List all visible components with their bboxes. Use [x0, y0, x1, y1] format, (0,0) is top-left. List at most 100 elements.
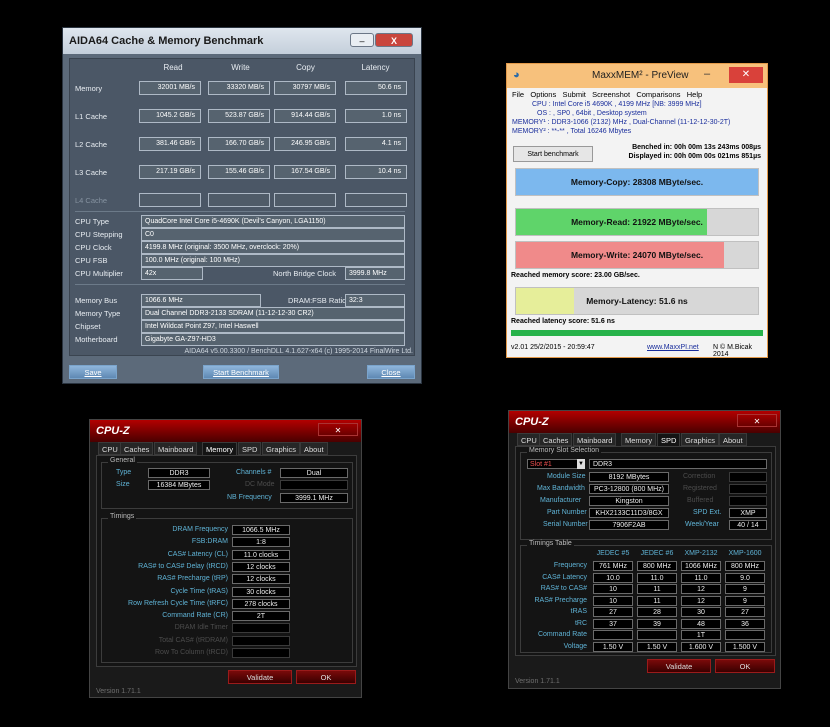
divider: [75, 284, 405, 285]
tab-caches[interactable]: Caches: [539, 433, 573, 446]
nb-clock-label: North Bridge Clock: [273, 269, 336, 278]
start-benchmark-button[interactable]: Start benchmark: [513, 146, 593, 162]
ok-button[interactable]: OK: [715, 659, 775, 673]
size-label: Size: [116, 481, 130, 488]
close-button[interactable]: Close: [367, 365, 415, 379]
timings-group: Timings DRAM Frequency 1066.5 MHz FSB:DRAM…: [101, 513, 353, 663]
nb-clock-value: 3999.8 MHz: [345, 267, 405, 280]
dram-ratio-value: 32:3: [345, 294, 405, 307]
timing-row-label: Command Rate: [537, 631, 587, 638]
memory-bus-value: 1066.6 MHz: [141, 294, 261, 307]
cpu-stepping-label: CPU Stepping: [75, 230, 123, 239]
header-read: Read: [163, 63, 183, 72]
ok-button[interactable]: OK: [296, 670, 356, 684]
tab-caches[interactable]: Caches: [120, 442, 154, 455]
tab-cpu[interactable]: CPU: [98, 442, 122, 455]
tab-memory[interactable]: Memory: [621, 433, 657, 446]
timing-cell: 1.500 V: [725, 641, 765, 652]
cpuz-titlebar[interactable]: CPU-Z ✕: [90, 420, 361, 442]
timing-row-label: RAS# to CAS#: [540, 585, 587, 592]
tab-cpu[interactable]: CPU: [517, 433, 541, 446]
maxxmem-title: MaxxMEM² - PreView: [592, 70, 689, 81]
part-number-label: Part Number: [547, 509, 587, 516]
cpuz-titlebar[interactable]: CPU-Z ✕: [509, 411, 780, 433]
cpuz-title: CPU-Z: [515, 416, 549, 428]
close-window-button[interactable]: ✕: [729, 67, 763, 83]
cpuz-memory-window: CPU-Z ✕ CPU Caches Mainboard Memory SPD …: [89, 419, 362, 698]
aida64-titlebar[interactable]: AIDA64 Cache & Memory Benchmark – X: [63, 28, 421, 54]
memory1-info: MEMORY¹ : DDR3-1066 (2132) MHz , Dual-Ch…: [512, 119, 731, 126]
timing-row-label: tRAS: [570, 608, 587, 615]
max-bandwidth-value: PC3-12800 (800 MHz): [589, 484, 669, 494]
timing-cell: 9.0: [725, 572, 765, 583]
max-bandwidth-label: Max Bandwidth: [537, 485, 585, 492]
correction-label: Correction: [683, 473, 716, 480]
save-button[interactable]: Save: [69, 365, 117, 379]
timing-label: RAS# Precharge (tRP): [157, 575, 228, 583]
maxxmem-window: ◕ MaxxMEM² - PreView – ✕ File Options Su…: [506, 63, 768, 358]
menu-file[interactable]: File: [512, 90, 524, 99]
timing-row-label: Frequency: [553, 562, 587, 569]
start-benchmark-button[interactable]: Start Benchmark: [203, 365, 279, 379]
l1-write: 523.87 GB/s: [208, 109, 270, 123]
menu-submit[interactable]: Submit: [562, 90, 585, 99]
chipset-label: Chipset: [75, 322, 101, 331]
tab-about[interactable]: About: [719, 433, 747, 446]
memory-panel: General Type DDR3 Size 16384 MBytes Chan…: [96, 455, 357, 667]
timing-cell: 12: [681, 584, 721, 594]
tab-spd[interactable]: SPD: [657, 433, 681, 446]
timing-label: RAS# to CAS# Delay (tRCD): [138, 562, 228, 570]
timing-row-label: RAS# Precharge: [534, 596, 587, 604]
close-window-button[interactable]: X: [375, 33, 413, 47]
timing-cell: 1.600 V: [681, 641, 721, 652]
menu-help[interactable]: Help: [687, 90, 702, 99]
tab-mainboard[interactable]: Mainboard: [154, 442, 198, 455]
timing-cell: 48: [681, 618, 721, 629]
credit: N © M.Bicak 2014: [713, 344, 752, 358]
os-info: OS : , SP0 , 64bit , Desktop system: [537, 110, 647, 117]
menu-bar: File Options Submit Screenshot Compariso…: [512, 90, 702, 99]
week-year-value: 40 / 14: [729, 520, 767, 530]
validate-button[interactable]: Validate: [228, 670, 292, 684]
chevron-down-icon[interactable]: ▼: [577, 459, 585, 469]
close-window-button[interactable]: ✕: [318, 423, 358, 436]
tab-spd[interactable]: SPD: [238, 442, 262, 455]
tab-graphics[interactable]: Graphics: [262, 442, 301, 455]
l2-copy: 246.95 GB/s: [274, 137, 336, 151]
timing-label: Total CAS# (tRDRAM): [158, 636, 228, 644]
tab-mainboard[interactable]: Mainboard: [573, 433, 617, 446]
timing-cell: 27: [593, 607, 633, 617]
website-link[interactable]: www.MaxxPI.net: [647, 344, 699, 351]
module-size-label: Module Size: [547, 473, 586, 480]
menu-options[interactable]: Options: [530, 90, 556, 99]
menu-screenshot[interactable]: Screenshot: [592, 90, 630, 99]
version-label: Version 1.71.1: [96, 688, 141, 695]
l1-latency: 1.0 ns: [345, 109, 407, 123]
timing-cell: 800 MHz: [637, 561, 677, 571]
menu-comparisons[interactable]: Comparisons: [636, 90, 680, 99]
general-group: General Type DDR3 Size 16384 MBytes Chan…: [101, 457, 353, 509]
maxxmem-titlebar[interactable]: ◕ MaxxMEM² - PreView – ✕: [507, 64, 767, 88]
timing-row-label: CAS# Latency: [542, 573, 587, 581]
l3-read: 217.19 GB/s: [139, 165, 201, 179]
l1-copy: 914.44 GB/s: [274, 109, 336, 123]
copy-bar: Memory-Copy: 28308 MByte/sec.: [515, 168, 759, 196]
motherboard-label: Motherboard: [75, 335, 118, 344]
memory-copy: 30797 MB/s: [274, 81, 336, 95]
tab-graphics[interactable]: Graphics: [681, 433, 720, 446]
minimize-button[interactable]: –: [350, 33, 374, 47]
motherboard-value: Gigabyte GA-Z97-HD3: [141, 333, 405, 346]
l4-read: [139, 193, 201, 207]
progress-bar: [511, 330, 763, 336]
tab-about[interactable]: About: [300, 442, 328, 455]
manufacturer-value: Kingston: [589, 496, 669, 506]
tab-memory[interactable]: Memory: [202, 442, 238, 455]
serial-number-label: Serial Number: [543, 521, 588, 528]
timing-value: 1066.5 MHz: [232, 525, 290, 535]
minimize-icon[interactable]: –: [704, 68, 710, 80]
cpu-clock-value: 4199.8 MHz (original: 3500 MHz, overcloc…: [141, 241, 405, 254]
size-value: 16384 MBytes: [148, 480, 210, 490]
l3-write: 155.46 GB/s: [208, 165, 270, 179]
close-window-button[interactable]: ✕: [737, 414, 777, 427]
validate-button[interactable]: Validate: [647, 659, 711, 673]
